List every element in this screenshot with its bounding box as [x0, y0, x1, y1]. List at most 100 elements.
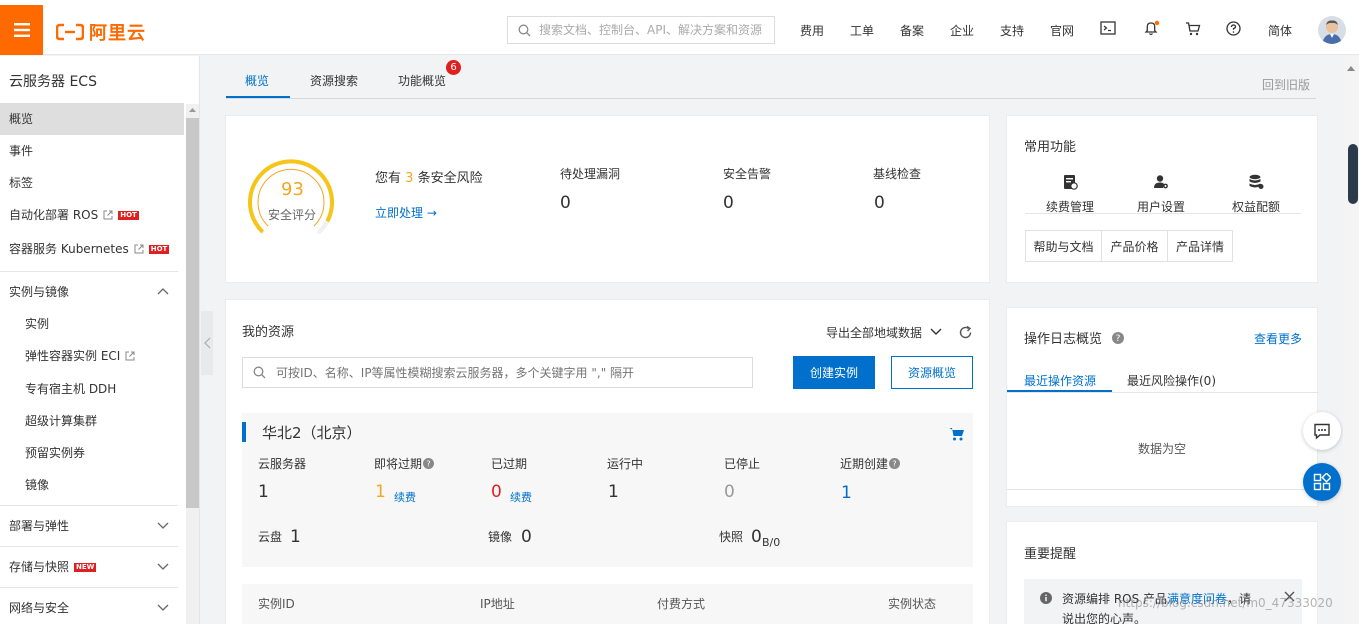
tab-feature-overview[interactable]: 功能概览 — [398, 72, 446, 89]
scroll-thumb[interactable] — [1348, 144, 1358, 204]
help-icon[interactable]: ? — [423, 458, 434, 469]
sidebar-group-storage[interactable]: 存储与快照 NEW — [0, 551, 184, 583]
quota-shortcut[interactable]: 权益配额 — [1220, 174, 1292, 215]
tab-recent-risk[interactable]: 最近风险操作(0) — [1127, 372, 1216, 389]
back-to-old-version-link[interactable]: 回到旧版 — [1262, 76, 1310, 93]
menu-button[interactable] — [0, 5, 43, 55]
sidebar-item-tags[interactable]: 标签 — [0, 167, 184, 199]
sidebar-item-kubernetes[interactable]: 容器服务 Kubernetes HOT — [0, 233, 184, 265]
sidebar-item-reserved[interactable]: 预留实例券 — [0, 437, 184, 469]
sidebar-item-instance[interactable]: 实例 — [0, 308, 184, 340]
running-count[interactable]: 1 — [608, 482, 619, 502]
col-billing[interactable]: 付费方式 — [657, 595, 705, 612]
resource-overview-button[interactable]: 资源概览 — [891, 356, 973, 389]
renew-link[interactable]: 续费 — [510, 489, 532, 505]
nav-support[interactable]: 支持 — [1000, 22, 1024, 39]
resource-search-input[interactable] — [276, 365, 736, 380]
new-badge: NEW — [74, 562, 97, 572]
refresh-icon[interactable] — [958, 325, 973, 340]
sidebar-item-label: 预留实例券 — [25, 446, 86, 460]
sidebar-scrollbar[interactable] — [186, 104, 199, 624]
sidebar-group-label: 实例与镜像 — [9, 285, 70, 299]
apps-button[interactable] — [1303, 463, 1341, 501]
nav-enterprise[interactable]: 企业 — [950, 22, 974, 39]
sidebar-item-scc[interactable]: 超级计算集群 — [0, 405, 184, 437]
disk-label: 云盘 — [258, 530, 283, 544]
operation-log-card: 操作日志概览 ? 查看更多 最近操作资源 最近风险操作(0) 数据为空 — [1006, 307, 1319, 507]
tab-recent-resources[interactable]: 最近操作资源 — [1024, 372, 1096, 389]
product-details-button[interactable]: 产品详情 — [1167, 230, 1233, 262]
language-switch[interactable]: 简体 — [1268, 22, 1292, 39]
sidebar-item-label: 弹性容器实例 ECI — [25, 349, 121, 363]
sidebar-title: 云服务器 ECS — [9, 74, 97, 90]
image-count[interactable]: 0 — [521, 527, 532, 547]
global-search-input[interactable] — [539, 23, 769, 37]
operation-log-title: 操作日志概览 — [1024, 332, 1103, 347]
export-all-regions[interactable]: 导出全部地域数据 — [826, 324, 922, 341]
sidebar-group-instances[interactable]: 实例与镜像 — [0, 276, 184, 308]
product-price-button[interactable]: 产品价格 — [1101, 230, 1168, 262]
resource-search-box[interactable] — [242, 357, 753, 388]
cart-icon[interactable] — [949, 427, 965, 441]
aliyun-logo[interactable]: 阿里云 — [56, 19, 146, 45]
renew-management-shortcut[interactable]: 续费管理 — [1034, 174, 1106, 215]
view-more-link[interactable]: 查看更多 — [1254, 330, 1302, 347]
sidebar-item-image[interactable]: 镜像 — [0, 469, 184, 501]
help-icon[interactable]: ? — [1112, 332, 1124, 344]
tab-overview[interactable]: 概览 — [245, 72, 269, 89]
vuln-count[interactable]: 0 — [560, 193, 571, 213]
help-docs-button[interactable]: 帮助与文档 — [1025, 230, 1102, 262]
expiring-count[interactable]: 1 — [375, 482, 386, 502]
help-icon[interactable] — [1226, 21, 1241, 36]
help-icon[interactable]: ? — [889, 458, 900, 469]
chevron-down-icon[interactable] — [930, 328, 942, 336]
snapshot-unit: B/0 — [762, 536, 781, 549]
sidebar-group-network[interactable]: 网络与安全 — [0, 592, 184, 624]
bell-icon[interactable] — [1143, 20, 1160, 37]
terminal-icon[interactable] — [1100, 21, 1116, 35]
nav-ticket[interactable]: 工单 — [850, 22, 874, 39]
sidebar-item-eci[interactable]: 弹性容器实例 ECI — [0, 340, 184, 372]
nav-icp[interactable]: 备案 — [900, 22, 924, 39]
ecs-count[interactable]: 1 — [258, 482, 269, 502]
col-instance-id[interactable]: 实例ID — [258, 595, 295, 612]
divider — [1025, 213, 1301, 214]
handle-risk-link[interactable]: 立即处理 → — [375, 204, 437, 221]
feedback-button[interactable] — [1303, 412, 1341, 450]
recent-created-label: 近期创建 — [840, 457, 889, 471]
chevron-down-icon — [157, 604, 169, 611]
col-ip[interactable]: IP地址 — [480, 595, 515, 612]
sidebar-collapse-handle[interactable] — [201, 311, 213, 375]
cart-icon[interactable] — [1185, 21, 1201, 36]
nav-billing[interactable]: 费用 — [800, 22, 824, 39]
sidebar-item-overview[interactable]: 概览 — [0, 103, 184, 135]
sidebar-divider — [0, 271, 178, 272]
snapshot-count[interactable]: 0 — [751, 527, 762, 547]
chevron-down-icon — [157, 522, 169, 529]
sidebar-item-ros[interactable]: 自动化部署 ROS HOT — [0, 199, 184, 231]
alert-count[interactable]: 0 — [723, 193, 734, 213]
expired-count[interactable]: 0 — [491, 482, 502, 502]
user-avatar[interactable] — [1318, 16, 1346, 44]
nav-official-site[interactable]: 官网 — [1050, 22, 1074, 39]
recent-created-count[interactable]: 1 — [841, 483, 852, 503]
col-status[interactable]: 实例状态 — [888, 595, 936, 612]
sidebar-group-deploy[interactable]: 部署与弹性 — [0, 510, 184, 542]
page-scrollbar[interactable] — [1343, 56, 1359, 624]
risk-prefix: 您有 — [375, 171, 402, 186]
snapshot-label: 快照 — [719, 530, 744, 544]
user-settings-shortcut[interactable]: 用户设置 — [1125, 174, 1197, 215]
disk-count[interactable]: 1 — [290, 527, 301, 547]
sidebar-item-ddh[interactable]: 专有宿主机 DDH — [0, 373, 184, 405]
sidebar-item-events[interactable]: 事件 — [0, 135, 184, 167]
tab-resource-search[interactable]: 资源搜索 — [310, 72, 358, 89]
sidebar-scroll-thumb[interactable] — [186, 118, 199, 508]
stopped-count[interactable]: 0 — [724, 482, 735, 502]
baseline-label: 基线检查 — [873, 167, 922, 181]
search-icon — [518, 24, 531, 36]
create-instance-button[interactable]: 创建实例 — [793, 356, 875, 389]
baseline-count[interactable]: 0 — [874, 193, 885, 213]
ecs-count-label: 云服务器 — [258, 457, 307, 471]
global-search[interactable] — [507, 16, 775, 44]
renew-link[interactable]: 续费 — [394, 489, 416, 505]
